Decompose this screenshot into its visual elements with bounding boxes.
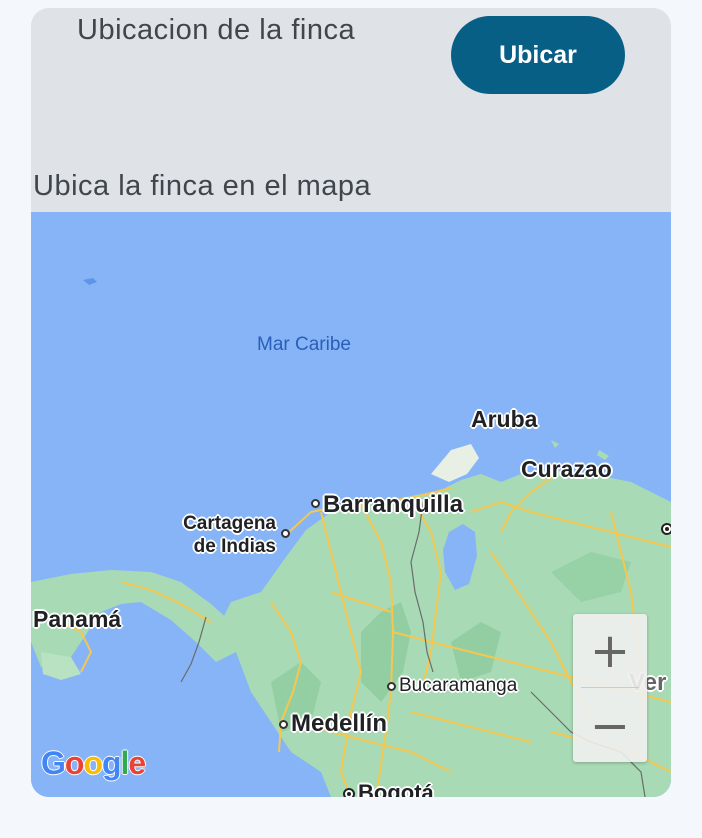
google-logo[interactable]: Google <box>41 745 146 782</box>
location-card: Ubicacion de la finca Ubicar Ubica la fi… <box>31 8 671 797</box>
place-label-aruba: Aruba <box>471 406 538 432</box>
city-marker-cartagena <box>281 529 290 538</box>
section-title: Ubicacion de la finca <box>77 14 356 46</box>
place-label-panama: Panamá <box>33 606 122 632</box>
city-marker-barranquilla <box>311 499 320 508</box>
sea-label: Mar Caribe <box>257 334 351 355</box>
place-label-barranquilla: Barranquilla <box>323 491 464 518</box>
zoom-controls: + − <box>573 614 647 762</box>
zoom-out-button[interactable]: − <box>573 689 647 762</box>
google-logo-g1: G <box>41 745 66 781</box>
place-label-curazao: Curazao <box>521 456 612 482</box>
locate-button[interactable]: Ubicar <box>451 16 625 94</box>
city-marker-bogota <box>343 788 355 797</box>
google-logo-o2: o <box>83 745 103 781</box>
google-logo-o1: o <box>64 745 85 781</box>
city-marker-bucaramanga <box>387 682 396 691</box>
map-prompt: Ubica la finca en el mapa <box>33 170 372 202</box>
city-marker-caracas <box>661 523 671 535</box>
place-label-cartagena: Cartagena de Indias <box>183 513 276 557</box>
zoom-in-button[interactable]: + <box>573 614 647 687</box>
zoom-divider <box>581 687 639 688</box>
map-view[interactable]: Mar Caribe Aruba Curazao Barranquilla Ca… <box>31 212 671 797</box>
google-logo-g2: g <box>101 745 122 781</box>
place-label-bogota: Bogotá <box>358 780 434 798</box>
google-logo-e: e <box>128 745 146 781</box>
place-label-medellin: Medellín <box>291 710 388 737</box>
city-marker-medellin <box>279 720 288 729</box>
place-label-bucaramanga: Bucaramanga <box>399 675 518 696</box>
